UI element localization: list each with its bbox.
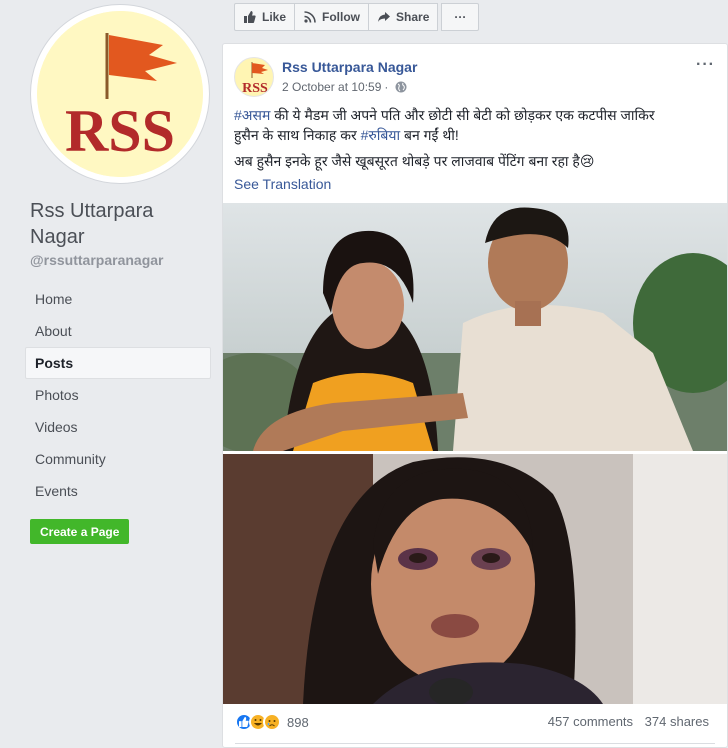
profile-picture[interactable]: RSS bbox=[30, 4, 210, 184]
nav-item-photos[interactable]: Photos bbox=[25, 379, 211, 411]
post-card: RSS Rss Uttarpara Nagar 2 October at 10:… bbox=[222, 43, 728, 748]
rss-feed-icon bbox=[303, 10, 317, 24]
post-paragraph-2: अब हुसैन इनके हूर जैसे खूबसूरत थोबड़े पर… bbox=[234, 153, 595, 169]
post-photo-injured-woman[interactable] bbox=[223, 454, 727, 704]
post-stats: 457 comments 374 shares bbox=[540, 714, 709, 729]
reaction-count: 898 bbox=[287, 714, 309, 730]
nav-item-videos[interactable]: Videos bbox=[25, 411, 211, 443]
sad-reaction-icon bbox=[263, 713, 281, 731]
post-timestamp[interactable]: 2 October at 10:59 bbox=[282, 80, 381, 94]
share-arrow-icon bbox=[377, 10, 391, 24]
page-handle[interactable]: @rssuttarparanagar bbox=[30, 252, 163, 268]
post-text-segment: बन गईं थी! bbox=[400, 127, 459, 143]
share-label: Share bbox=[396, 10, 430, 24]
post-paragraph-1: #असम की ये मैडम जी अपने पति और छोटी सी ब… bbox=[234, 105, 718, 145]
follow-label: Follow bbox=[322, 10, 361, 24]
post-text-segment: हुसैन के साथ निकाह कर bbox=[234, 127, 361, 143]
meta-separator: · bbox=[384, 80, 389, 94]
nav-item-home[interactable]: Home bbox=[25, 283, 211, 315]
nav-item-events[interactable]: Events bbox=[25, 475, 211, 507]
post-photo-couple[interactable] bbox=[223, 203, 727, 451]
follow-button[interactable]: Follow bbox=[294, 3, 370, 31]
logo-text: RSS bbox=[65, 98, 175, 164]
more-options-button[interactable]: ··· bbox=[441, 3, 480, 31]
like-button[interactable]: Like bbox=[234, 3, 296, 31]
thumbs-up-icon bbox=[243, 10, 257, 24]
globe-icon bbox=[395, 81, 407, 93]
post-options-button[interactable]: ··· bbox=[696, 56, 715, 74]
post-meta: 2 October at 10:59 · bbox=[282, 80, 407, 94]
left-sidebar: RSS Rss Uttarpara Nagar @rssuttarparanag… bbox=[0, 0, 222, 748]
post-text-segment: की ये मैडम जी अपने पति और छोटी सी बेटी क… bbox=[270, 107, 655, 123]
nav-item-community[interactable]: Community bbox=[25, 443, 211, 475]
see-translation-link[interactable]: See Translation bbox=[234, 176, 331, 192]
page-title[interactable]: Rss Uttarpara Nagar bbox=[30, 198, 210, 250]
page-nav: Home About Posts Photos Videos Community… bbox=[25, 283, 211, 507]
create-page-button[interactable]: Create a Page bbox=[30, 519, 130, 544]
comments-count-link[interactable]: 457 comments bbox=[548, 714, 633, 729]
rss-logo: RSS bbox=[37, 11, 203, 177]
share-button[interactable]: Share bbox=[368, 3, 439, 31]
hashtag-link[interactable]: #असम bbox=[234, 107, 270, 123]
divider bbox=[235, 743, 715, 744]
avatar-logo-text: RSS bbox=[242, 81, 268, 96]
more-dots-icon: ··· bbox=[454, 10, 467, 24]
shares-count-link[interactable]: 374 shares bbox=[645, 714, 709, 729]
page-action-bar: Like Follow Share ··· bbox=[234, 3, 480, 31]
like-label: Like bbox=[262, 10, 287, 24]
nav-item-posts[interactable]: Posts bbox=[25, 347, 211, 379]
facebook-page: RSS Rss Uttarpara Nagar @rssuttarparanag… bbox=[0, 0, 728, 748]
post-author-avatar[interactable]: RSS bbox=[234, 57, 274, 97]
post-author-name[interactable]: Rss Uttarpara Nagar bbox=[282, 59, 417, 75]
post-body: #असम की ये मैडम जी अपने पति और छोटी सी ब… bbox=[234, 105, 718, 177]
nav-item-about[interactable]: About bbox=[25, 315, 211, 347]
reaction-summary[interactable]: 898 bbox=[235, 713, 309, 731]
hashtag-link[interactable]: #रुबिया bbox=[361, 127, 401, 143]
